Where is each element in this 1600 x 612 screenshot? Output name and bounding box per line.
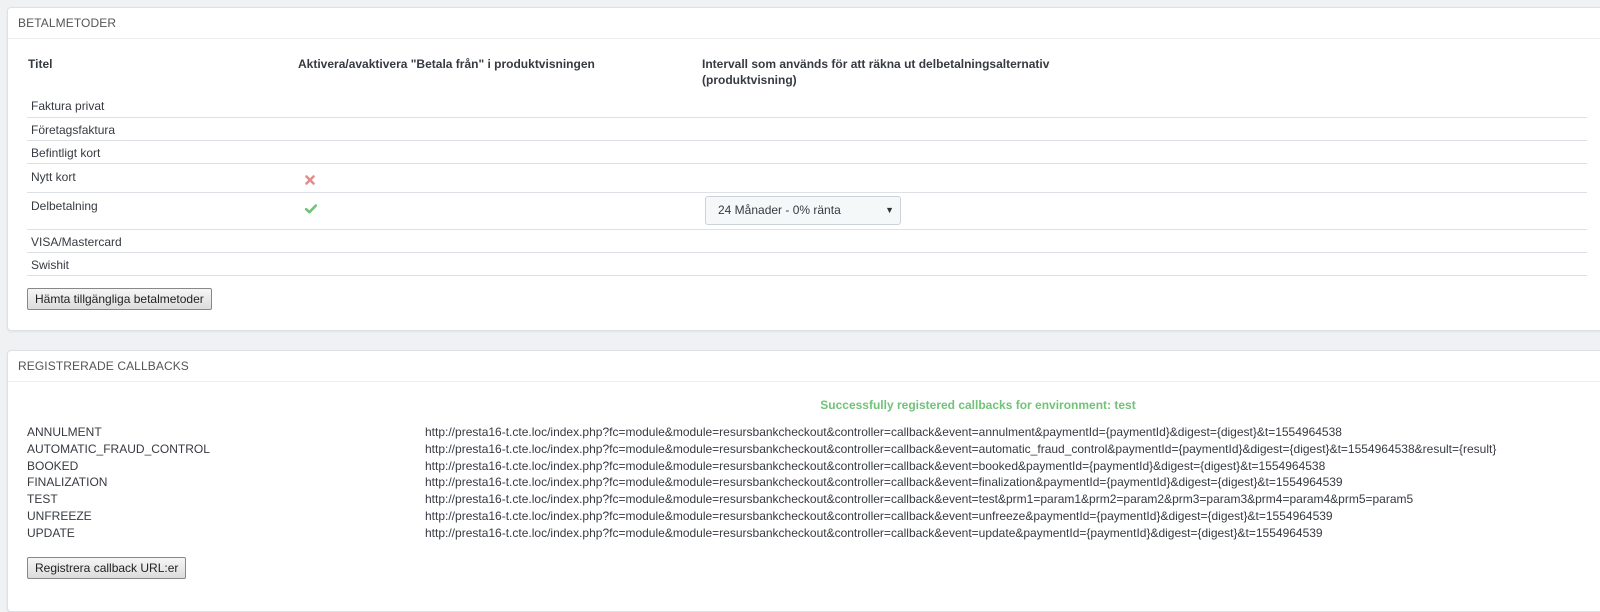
column-header-pay-from-toggle: Aktivera/avaktivera "Betala från" i prod…: [298, 57, 595, 71]
callback-url: http://presta16-t.cte.loc/index.php?fc=m…: [425, 425, 1342, 439]
method-interval-cell: [701, 140, 1587, 164]
method-title: Swishit: [27, 252, 297, 276]
list-item: UNFREEZE http://presta16-t.cte.loc/index.…: [27, 508, 1496, 525]
callback-name: ANNULMENT: [27, 425, 102, 439]
method-title: Företagsfaktura: [27, 117, 297, 141]
list-item: UPDATE http://presta16-t.cte.loc/index.ph…: [27, 525, 1496, 542]
callback-name: FINALIZATION: [27, 475, 108, 490]
method-title: VISA/Mastercard: [27, 229, 297, 253]
table-row: VISA/Mastercard: [27, 229, 1587, 253]
check-icon[interactable]: [304, 202, 318, 218]
table-header-row: Titel Aktivera/avaktivera "Betala från" …: [27, 53, 1587, 94]
callback-url: http://presta16-t.cte.loc/index.php?fc=m…: [425, 525, 1323, 540]
method-title: Befintligt kort: [27, 140, 297, 164]
callback-name: UNFREEZE: [27, 508, 92, 523]
list-item: TEST http://presta16-t.cte.loc/index.php?…: [27, 491, 1496, 508]
method-title: Nytt kort: [27, 163, 297, 193]
callback-name: TEST: [27, 492, 58, 507]
column-header-title: Titel: [28, 57, 53, 71]
method-interval-cell: [701, 163, 1587, 193]
table-row: Företagsfaktura: [27, 117, 1587, 141]
method-interval-cell: [701, 229, 1587, 253]
table-row: Faktura privat: [27, 94, 1587, 118]
column-header-interval-line1: Intervall som används för att räkna ut d…: [702, 57, 1050, 71]
callback-list: ANNULMENT http://presta16-t.cte.loc/index…: [27, 424, 1496, 542]
method-toggle-cell: [297, 94, 701, 118]
cross-icon[interactable]: [305, 173, 315, 189]
callbacks-heading: REGISTRERADE CALLBACKS: [8, 351, 1600, 382]
callback-url: http://presta16-t.cte.loc/index.php?fc=m…: [425, 508, 1333, 523]
interval-select[interactable]: 24 Månader - 0% ränta ▼: [705, 195, 901, 225]
table-row: Nytt kort: [27, 163, 1587, 193]
method-title: Faktura privat: [27, 94, 297, 118]
callback-url: http://presta16-t.cte.loc/index.php?fc=m…: [425, 492, 1414, 507]
fetch-payment-methods-button[interactable]: Hämta tillgängliga betalmetoder: [27, 288, 212, 310]
dropdown-arrow-icon: ▼: [885, 204, 894, 215]
callback-url: http://presta16-t.cte.loc/index.php?fc=m…: [425, 475, 1343, 490]
callbacks-panel: REGISTRERADE CALLBACKS Successfully regi…: [7, 350, 1600, 612]
list-item: BOOKED http://presta16-t.cte.loc/index.ph…: [27, 458, 1496, 475]
method-interval-cell: [701, 94, 1587, 118]
register-callbacks-button[interactable]: Registrera callback URL:er: [27, 557, 187, 579]
method-interval-cell: 24 Månader - 0% ränta ▼: [701, 192, 1587, 230]
method-title: Delbetalning: [27, 192, 297, 230]
callback-name: UPDATE: [27, 525, 75, 540]
method-toggle-cell: [297, 140, 701, 164]
method-interval-cell: [701, 252, 1587, 276]
interval-select-value: 24 Månader - 0% ränta: [718, 202, 841, 217]
callback-url: http://presta16-t.cte.loc/index.php?fc=m…: [425, 458, 1326, 473]
payment-methods-panel: BETALMETODER Titel Aktivera/avaktivera "…: [7, 7, 1600, 331]
method-toggle-cell: [297, 252, 701, 276]
table-row: Befintligt kort: [27, 140, 1587, 164]
method-toggle-cell: [297, 229, 701, 253]
list-item: FINALIZATION http://presta16-t.cte.loc/in…: [27, 474, 1496, 491]
method-toggle-cell: [297, 192, 701, 230]
callback-url: http://presta16-t.cte.loc/index.php?fc=m…: [425, 441, 1497, 456]
success-message: Successfully registered callbacks for en…: [820, 398, 1136, 412]
list-item: AUTOMATIC_FRAUD_CONTROL http://presta16-t…: [27, 441, 1496, 458]
payment-methods-heading: BETALMETODER: [8, 8, 1600, 39]
table-row: Delbetalning 24 Månader - 0% ränta ▼: [27, 192, 1587, 230]
column-header-interval-line2: (produktvisning): [702, 73, 797, 87]
column-header-interval: Intervall som används för att räkna ut d…: [701, 53, 1587, 94]
method-toggle-cell: [297, 163, 701, 193]
callback-name: BOOKED: [27, 458, 79, 473]
method-interval-cell: [701, 117, 1587, 141]
table-row: Swishit: [27, 252, 1587, 276]
list-item: ANNULMENT http://presta16-t.cte.loc/index…: [27, 424, 1496, 441]
callback-name: AUTOMATIC_FRAUD_CONTROL: [27, 441, 210, 456]
payment-methods-table: Titel Aktivera/avaktivera "Betala från" …: [27, 53, 1587, 276]
method-toggle-cell: [297, 117, 701, 141]
